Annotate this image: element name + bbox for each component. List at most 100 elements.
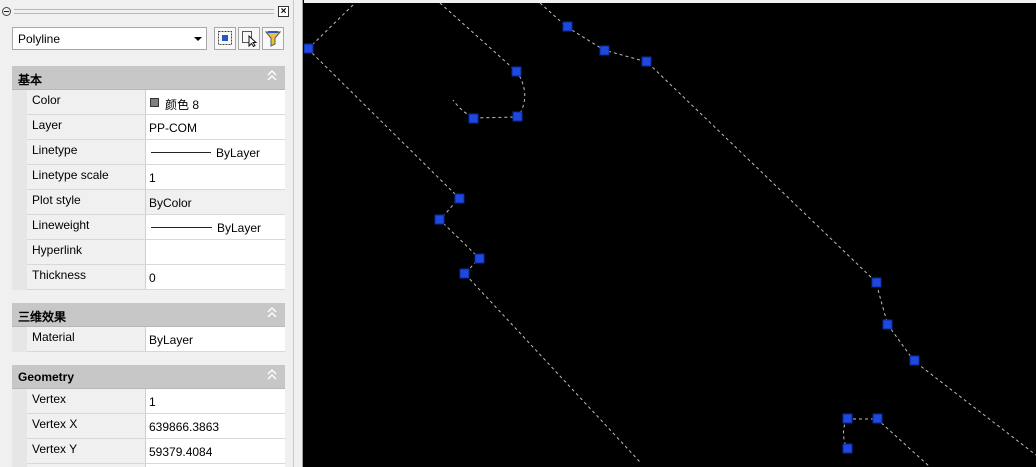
- section-geometry-header[interactable]: Geometry: [12, 365, 285, 389]
- property-row-plot-style[interactable]: Plot style ByColor: [12, 190, 285, 215]
- close-icon[interactable]: ×: [278, 6, 289, 17]
- property-value-text: 59379.4084: [149, 445, 213, 459]
- grip-handle: [512, 111, 523, 122]
- color-swatch: [150, 98, 159, 107]
- property-value[interactable]: 0: [146, 265, 285, 290]
- property-row-vertex-y[interactable]: Vertex Y 59379.4084: [12, 439, 285, 464]
- palette-titlebar[interactable]: ×: [0, 5, 292, 19]
- row-gutter: [12, 140, 27, 165]
- row-gutter: [12, 327, 27, 352]
- collapse-icon[interactable]: [267, 368, 277, 382]
- property-row-vertex-x[interactable]: Vertex X 639866.3863: [12, 414, 285, 439]
- property-name: Thickness: [27, 265, 146, 290]
- grip-handle: [842, 413, 853, 424]
- property-label: Thickness: [32, 268, 87, 282]
- section-3d-effects-header[interactable]: 三维效果: [12, 303, 285, 327]
- property-name: Hyperlink: [27, 240, 146, 265]
- property-label: Linetype scale: [32, 168, 109, 182]
- row-gutter: [12, 439, 27, 464]
- property-label: Vertex X: [32, 417, 78, 431]
- property-value[interactable]: [146, 240, 285, 265]
- property-value[interactable]: ByColor: [146, 190, 285, 215]
- chevron-down-icon: [194, 37, 202, 41]
- section-title: 三维效果: [18, 310, 67, 324]
- polyline-segment: [307, 48, 641, 463]
- section-title: 基本: [18, 73, 43, 87]
- property-value-text: ByColor: [149, 196, 192, 210]
- property-value-text: 颜色 8: [165, 98, 200, 112]
- property-value[interactable]: 颜色 8: [146, 90, 285, 115]
- property-row-linetype[interactable]: Linetype ByLayer: [12, 140, 285, 165]
- lineweight-preview: [151, 227, 212, 228]
- grip-handle: [641, 56, 652, 67]
- row-gutter: [12, 115, 27, 140]
- pickadd-icon: [218, 31, 232, 45]
- property-name: Layer: [27, 115, 146, 140]
- property-name: Vertex Y: [27, 439, 146, 464]
- property-label: Material: [32, 330, 75, 344]
- drag-grip[interactable]: [14, 9, 274, 14]
- row-gutter: [12, 240, 27, 265]
- property-name: Color: [27, 90, 146, 115]
- property-name: Material: [27, 327, 146, 352]
- property-value[interactable]: PP-COM: [146, 115, 285, 140]
- grip-handle: [474, 253, 485, 264]
- property-label: Vertex Y: [32, 442, 78, 456]
- grip-handle: [599, 45, 610, 56]
- property-value-text: ByLayer: [217, 221, 262, 235]
- property-value[interactable]: 639866.3863: [146, 414, 285, 439]
- drawing-canvas[interactable]: [304, 3, 1036, 467]
- property-label: Plot style: [32, 193, 81, 207]
- properties-palette: × Polyline 基本 Color 颜色 8 Layer PP-COM Li…: [0, 0, 303, 467]
- grip-handle: [459, 268, 470, 279]
- property-row-lineweight[interactable]: Lineweight ByLayer: [12, 215, 285, 240]
- property-row-vertex[interactable]: Vertex 1: [12, 389, 285, 414]
- property-name: Lineweight: [27, 215, 146, 240]
- section-general-header[interactable]: 基本: [12, 66, 285, 90]
- row-gutter: [12, 190, 27, 215]
- polyline-segment: [307, 3, 356, 50]
- toggle-pickadd-button[interactable]: [214, 27, 236, 50]
- property-label: Linetype: [32, 143, 78, 157]
- row-gutter: [12, 90, 27, 115]
- property-value[interactable]: ByLayer: [146, 215, 285, 240]
- select-objects-button[interactable]: [238, 27, 260, 50]
- property-name: Linetype: [27, 140, 146, 165]
- row-gutter: [12, 389, 27, 414]
- palette-scroll-edge[interactable]: [293, 0, 302, 467]
- property-row-layer[interactable]: Layer PP-COM: [12, 115, 285, 140]
- property-value[interactable]: 59379.4084: [146, 439, 285, 464]
- property-row-thickness[interactable]: Thickness 0: [12, 265, 285, 290]
- grip-handle: [842, 443, 853, 454]
- property-value[interactable]: ByLayer: [146, 327, 285, 352]
- property-name: Vertex X: [27, 414, 146, 439]
- polyline-drawing[interactable]: [304, 3, 1036, 467]
- property-label: Vertex: [32, 392, 67, 406]
- property-name: Plot style: [27, 190, 146, 215]
- property-label: Hyperlink: [32, 243, 83, 257]
- grip-handle: [562, 21, 573, 32]
- quick-select-button[interactable]: [262, 27, 284, 50]
- collapse-icon[interactable]: [267, 69, 277, 83]
- property-value[interactable]: 1: [146, 165, 285, 190]
- collapse-icon[interactable]: [267, 306, 277, 320]
- grip-handle: [882, 319, 893, 330]
- property-value-text: 639866.3863: [149, 420, 220, 434]
- property-value[interactable]: ByLayer: [146, 140, 285, 165]
- polyline-segment: [539, 3, 1036, 456]
- section-title: Geometry: [18, 370, 75, 384]
- property-row-linetype-scale[interactable]: Linetype scale 1: [12, 165, 285, 190]
- property-value[interactable]: 1: [146, 389, 285, 414]
- grip-handle: [454, 193, 465, 204]
- property-row-hyperlink[interactable]: Hyperlink: [12, 240, 285, 265]
- polyline-segment: [847, 418, 931, 467]
- row-gutter: [12, 265, 27, 290]
- object-type-dropdown[interactable]: Polyline: [12, 27, 207, 50]
- filter-icon: [265, 31, 281, 47]
- property-row-color[interactable]: Color 颜色 8: [12, 90, 285, 115]
- grip-handle: [872, 413, 883, 424]
- property-value-text: 1: [149, 171, 156, 185]
- property-row-material[interactable]: Material ByLayer: [12, 327, 285, 352]
- grip-handle: [468, 113, 479, 124]
- dock-icon[interactable]: [2, 7, 11, 16]
